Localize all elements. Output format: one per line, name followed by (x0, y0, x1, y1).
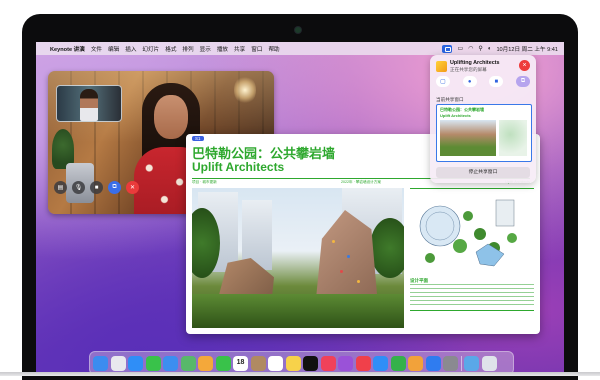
video-icon[interactable]: ■ (489, 76, 504, 87)
sidebar-toggle-icon[interactable]: ▤ (54, 181, 67, 194)
menu-file[interactable]: 文件 (91, 45, 102, 53)
menu-share[interactable]: 共享 (234, 45, 245, 53)
wifi-icon[interactable]: ◠ (468, 45, 473, 52)
control-center-icon[interactable]: ◐ (488, 46, 492, 52)
calendar-day: 18 (236, 358, 245, 366)
meta-item: 项目 · 城市更新 (192, 180, 217, 184)
close-share-icon[interactable]: × (519, 60, 530, 71)
menu-insert[interactable]: 插入 (125, 45, 136, 53)
calendar-icon[interactable]: 18 (233, 355, 248, 371)
keynote-icon[interactable] (425, 355, 441, 371)
messages-icon[interactable] (145, 355, 161, 371)
battery-icon[interactable]: ▭ (457, 45, 463, 52)
self-view-video[interactable] (56, 85, 122, 122)
clock[interactable]: 10月12日 周二 上午 9:41 (496, 45, 558, 53)
downloads-folder-icon[interactable] (464, 355, 479, 371)
site-plan-drawing[interactable] (414, 192, 530, 272)
menu-play[interactable]: 播放 (217, 45, 228, 53)
app-store-icon[interactable] (373, 355, 388, 371)
hold (347, 255, 350, 258)
finder-icon[interactable] (93, 355, 108, 371)
numbers-icon[interactable] (390, 355, 406, 371)
shared-window-thumbnail[interactable]: 巴特勒公园：公共攀岩墙 Uplift Architects (436, 104, 532, 162)
slide-title-english[interactable]: Uplift Architects (192, 160, 284, 174)
slide-number-badge: S1 (192, 136, 204, 141)
lamp (234, 75, 256, 105)
pages-icon[interactable] (408, 355, 423, 371)
self-view-person (80, 89, 98, 121)
facetime-icon[interactable] (215, 355, 231, 371)
tree (370, 218, 404, 278)
message-icon[interactable]: ▢ (436, 76, 450, 87)
shared-app-icon (436, 61, 447, 72)
shareplay-icon[interactable]: ⧉ (108, 181, 121, 194)
trash-icon[interactable] (481, 355, 497, 371)
thumbnail-title-en: Uplift Architects (440, 113, 471, 118)
camera-icon (295, 27, 301, 33)
shareplay-icon[interactable]: ⧉ (515, 76, 530, 87)
screen-share-status-icon[interactable] (442, 44, 453, 53)
popover-controls: ▢ ● ■ ⧉ (436, 76, 530, 87)
camera-toggle-icon[interactable]: ■ (90, 181, 103, 194)
hold (357, 280, 360, 283)
participant-face (154, 95, 188, 139)
podcasts-icon[interactable] (338, 355, 353, 371)
architectural-rendering[interactable] (192, 188, 404, 328)
microphone-icon[interactable]: 🎙 (72, 181, 85, 194)
divider (410, 310, 534, 311)
popover-section-label: 当前共享窗口 (436, 97, 464, 102)
mail-icon[interactable] (163, 355, 178, 371)
thumbnail-rendering (440, 120, 496, 156)
desktop-screen: Keynote 讲演 文件 编辑 插入 幻灯片 格式 排列 显示 播放 共享 窗… (36, 42, 564, 376)
menu-bar: Keynote 讲演 文件 编辑 插入 幻灯片 格式 排列 显示 播放 共享 窗… (36, 42, 564, 55)
safari-icon[interactable] (128, 355, 143, 371)
menu-extras: ▭ ◠ ⚲ ◐ 10月12日 周二 上午 9:41 (442, 42, 558, 55)
search-icon[interactable]: ⚲ (478, 45, 482, 52)
reminders-icon[interactable] (268, 355, 283, 371)
microphone-icon[interactable]: ● (462, 76, 477, 87)
meta-item: 2022年 · 攀岩墙设计方案 (341, 180, 381, 184)
site-plan-description (410, 284, 534, 308)
menu-view[interactable]: 显示 (200, 45, 211, 53)
stop-sharing-button[interactable]: 停止共享窗口 (436, 167, 530, 178)
dock-separator (460, 355, 462, 371)
popover-subtitle: 正在共享您的屏幕 (450, 67, 487, 72)
facetime-controls: ▤ 🎙 ■ ⧉ ✕ (54, 181, 139, 194)
thumbnail-plan (499, 120, 527, 156)
music-icon[interactable] (320, 355, 336, 371)
menu-slide[interactable]: 幻灯片 (142, 45, 159, 53)
tv-icon[interactable] (303, 355, 318, 371)
maps-icon[interactable] (180, 355, 196, 371)
end-call-icon[interactable]: ✕ (126, 181, 139, 194)
system-preferences-icon[interactable] (443, 355, 458, 371)
menu-arrange[interactable]: 排列 (182, 45, 193, 53)
grass-ground (192, 294, 404, 328)
menu-help[interactable]: 帮助 (268, 45, 279, 53)
screen-share-popover: Uplifting Architects 正在共享您的屏幕 × ▢ ● ■ ⧉ … (430, 55, 536, 183)
notes-icon[interactable] (285, 355, 301, 371)
photos-icon[interactable] (198, 355, 213, 371)
hold (340, 270, 343, 273)
menu-edit[interactable]: 编辑 (108, 45, 119, 53)
contacts-icon[interactable] (250, 355, 266, 371)
popover-title: Uplifting Architects (450, 60, 500, 66)
app-menu[interactable]: Keynote 讲演 (50, 45, 85, 53)
laptop-base (0, 372, 600, 376)
hold (332, 240, 335, 243)
launchpad-icon[interactable] (110, 355, 126, 371)
menu-window[interactable]: 窗口 (251, 45, 262, 53)
news-icon[interactable] (355, 355, 371, 371)
menu-format[interactable]: 格式 (165, 45, 176, 53)
